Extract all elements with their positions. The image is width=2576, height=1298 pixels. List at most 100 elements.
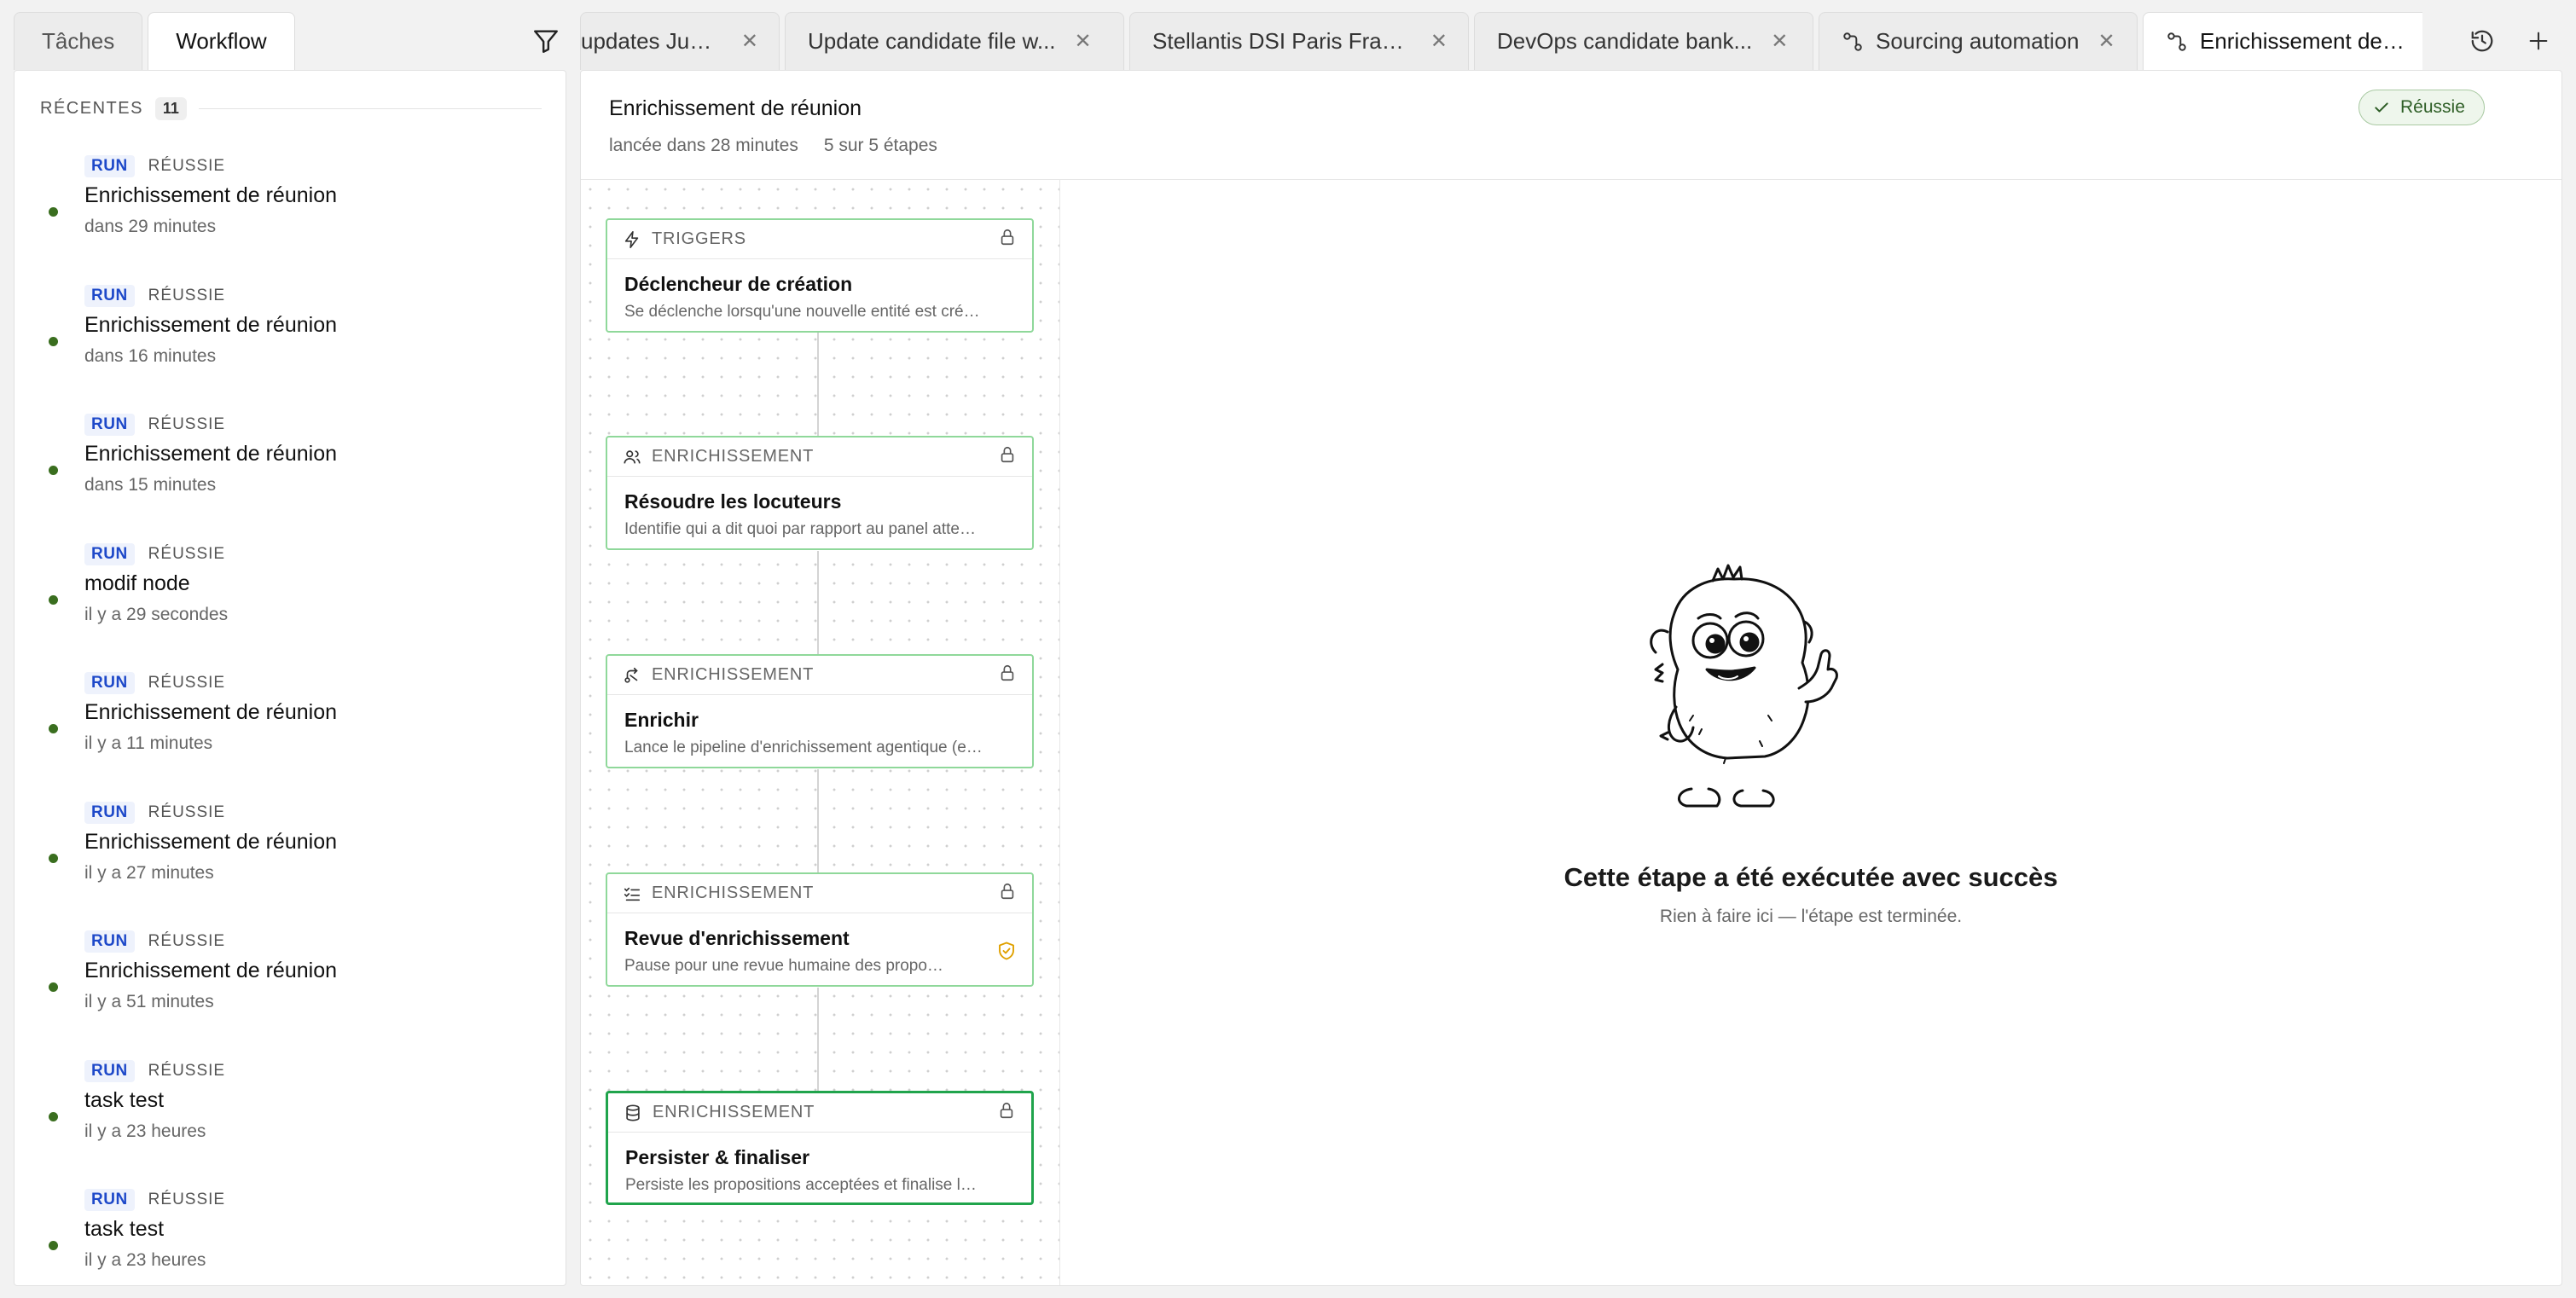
recent-count-badge: 11: [154, 96, 187, 120]
recent-title: RÉCENTES: [40, 98, 143, 118]
run-tag: RUN: [84, 284, 135, 307]
doc-tab[interactable]: Stellantis DSI Paris Fran... ✕: [1129, 12, 1469, 70]
status-badge: Réussie: [2358, 90, 2485, 125]
workflow-node-enrich[interactable]: ENRICHISSEMENT Enrichir Lance le pipelin…: [606, 654, 1034, 768]
close-icon[interactable]: ✕: [1075, 31, 1092, 52]
lock-icon: [997, 1101, 1016, 1124]
status-dot: [49, 1111, 58, 1121]
filter-icon: [534, 30, 558, 53]
doc-tab[interactable]: updates June 1 ✕: [580, 12, 780, 70]
connector-line: [817, 333, 819, 436]
node-category: ENRICHISSEMENT: [652, 665, 815, 684]
run-name: Enrichissement de réunion: [84, 829, 337, 854]
users-icon: [623, 448, 645, 466]
top-actions: [2463, 22, 2576, 60]
run-status: RÉUSSIE: [148, 1061, 226, 1080]
run-name: task test: [84, 1087, 165, 1112]
node-description: Persiste les propositions acceptées et f…: [625, 1176, 992, 1194]
node-title: Résoudre les locuteurs: [624, 490, 842, 513]
workflow-node-persist-selected[interactable]: ENRICHISSEMENT Persister & finaliser Per…: [606, 1091, 1034, 1205]
run-list-item[interactable]: RUN RÉUSSIE Enrichissement de réunion dan…: [15, 281, 566, 410]
workflow-canvas[interactable]: TRIGGERS Déclencheur de création Se décl…: [581, 180, 1060, 1285]
close-icon[interactable]: ✕: [2097, 31, 2115, 52]
status-dot: [49, 594, 58, 605]
doc-tab[interactable]: Update candidate file w... ✕: [785, 12, 1124, 70]
run-list-item[interactable]: RUN RÉUSSIE modif node il y a 29 secondes: [15, 539, 566, 669]
history-button[interactable]: [2463, 22, 2501, 60]
run-name: modif node: [84, 571, 190, 595]
tab-taches[interactable]: Tâches: [14, 12, 143, 70]
node-title: Revue d'enrichissement: [624, 927, 850, 949]
run-time: il y a 11 minutes: [84, 733, 213, 753]
run-time: dans 16 minutes: [84, 345, 217, 366]
recent-header: RÉCENTES 11: [40, 95, 542, 122]
run-tag: RUN: [84, 155, 135, 177]
run-tag: RUN: [84, 930, 135, 953]
document-tabs: updates June 1 ✕ Update candidate file w…: [580, 12, 2422, 70]
run-status: RÉUSSIE: [148, 1191, 226, 1208]
run-time: il y a 23 heures: [84, 1250, 206, 1270]
connector-line: [817, 551, 819, 654]
close-icon[interactable]: ✕: [1771, 31, 1788, 52]
filter-button[interactable]: [529, 24, 563, 58]
run-tag: RUN: [84, 542, 135, 565]
node-title: Enrichir: [624, 709, 699, 731]
run-time: dans 15 minutes: [84, 475, 217, 495]
run-time: dans 29 minutes: [84, 217, 217, 236]
run-header: Enrichissement de réunion lancée dans 28…: [581, 71, 2561, 180]
doc-tab-label: Enrichissement de r...: [2200, 28, 2405, 54]
workflow-node-trigger[interactable]: TRIGGERS Déclencheur de création Se décl…: [606, 218, 1034, 333]
run-list-item[interactable]: RUN RÉUSSIE Enrichissement de réunion il …: [15, 926, 566, 1056]
status-label: Réussie: [2400, 97, 2465, 117]
status-dot: [49, 982, 58, 992]
success-title: Cette étape a été exécutée avec succès: [1564, 862, 2058, 892]
success-subtitle: Rien à faire ici — l'étape est terminée.: [1659, 907, 1963, 926]
mascot-illustration: [1650, 564, 1838, 808]
tab-workflow[interactable]: Workflow: [148, 12, 295, 70]
run-list-item[interactable]: RUN RÉUSSIE Enrichissement de réunion dan…: [15, 409, 566, 539]
history-icon: [2471, 30, 2493, 52]
run-tag: RUN: [84, 672, 135, 694]
status-dot: [49, 724, 58, 733]
node-title: Déclencheur de création: [624, 273, 853, 295]
run-status: RÉUSSIE: [148, 415, 226, 433]
run-time: il y a 23 heures: [84, 1121, 206, 1141]
recent-runs-sidebar: RÉCENTES 11 RUN RÉUSSIE Enrichissement de…: [14, 70, 566, 1286]
workflow-icon: [2166, 31, 2188, 53]
doc-tab[interactable]: DevOps candidate bank... ✕: [1474, 12, 1813, 70]
run-time: il y a 51 minutes: [84, 992, 214, 1011]
workflow-node-review[interactable]: ENRICHISSEMENT Revue d'enrichissement Pa…: [606, 872, 1034, 987]
doc-tab[interactable]: Sourcing automation ✕: [1819, 12, 2138, 70]
run-tag: RUN: [84, 414, 135, 436]
run-list-item[interactable]: RUN RÉUSSIE task test il y a 23 heures: [15, 1056, 566, 1185]
run-name: Enrichissement de réunion: [84, 183, 337, 207]
run-name: Enrichissement de réunion: [84, 442, 337, 466]
run-status: RÉUSSIE: [148, 803, 226, 821]
run-name: Enrichissement de réunion: [84, 959, 337, 982]
run-name: Enrichissement de réunion: [84, 700, 337, 724]
lock-icon: [998, 228, 1017, 251]
run-list-item[interactable]: RUN RÉUSSIE Enrichissement de réunion il …: [15, 797, 566, 927]
run-title: Enrichissement de réunion: [609, 96, 862, 120]
doc-tab-active[interactable]: Enrichissement de r... ✕: [2143, 12, 2422, 70]
node-description: Pause pour une revue humaine des proposi…: [624, 957, 960, 975]
run-list-item[interactable]: RUN RÉUSSIE Enrichissement de réunion dan…: [15, 151, 566, 281]
lock-icon: [998, 663, 1017, 687]
close-icon[interactable]: ✕: [741, 31, 758, 52]
check-icon: [2375, 102, 2388, 113]
workflow-node-resolve-speakers[interactable]: ENRICHISSEMENT Résoudre les locuteurs Id…: [606, 436, 1034, 550]
database-icon: [624, 1104, 646, 1122]
node-category: ENRICHISSEMENT: [652, 447, 815, 466]
close-icon[interactable]: ✕: [1430, 31, 1448, 52]
run-tag: RUN: [84, 1059, 135, 1082]
node-title: Persister & finaliser: [625, 1146, 810, 1168]
run-list-item[interactable]: RUN RÉUSSIE Enrichissement de réunion il …: [15, 668, 566, 797]
doc-tab-label: Stellantis DSI Paris Fran...: [1152, 28, 1412, 54]
run-list-item[interactable]: RUN RÉUSSIE task test il y a 23 heures: [15, 1185, 566, 1298]
run-launched: lancée dans 28 minutes: [609, 136, 798, 155]
node-description: Se déclenche lorsqu'une nouvelle entité …: [624, 303, 987, 321]
doc-tab-label: Update candidate file w...: [808, 28, 1056, 54]
doc-tab-label: Sourcing automation: [1876, 28, 2080, 54]
add-tab-button[interactable]: [2520, 22, 2557, 60]
branch-icon: [623, 666, 645, 685]
